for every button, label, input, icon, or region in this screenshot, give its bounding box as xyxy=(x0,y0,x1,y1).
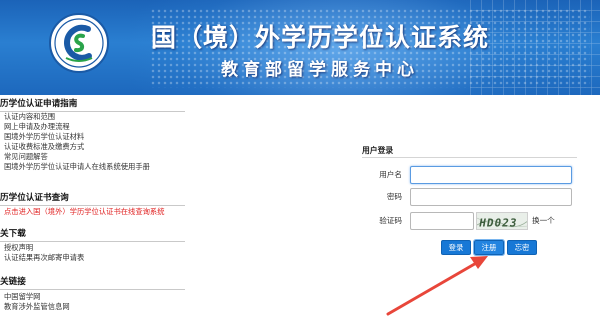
nav-link-certificate-query[interactable]: 点击进入国（境外）学历学位认证书在线查询系统 xyxy=(4,207,165,217)
login-button[interactable]: 登录 xyxy=(441,240,471,255)
captcha-input[interactable] xyxy=(410,212,474,230)
nav-link-jsj[interactable]: 教育涉外监管信息网 xyxy=(4,302,70,312)
related-link-list: 中国留学网 教育涉外监管信息网 xyxy=(4,292,70,312)
nav-link-manual[interactable]: 国境外学历学位认证申请人在线系统使用手册 xyxy=(4,162,150,172)
header-banner: 国（境）外学历学位认证系统 教育部留学服务中心 xyxy=(0,0,600,95)
center-subtitle: 教育部留学服务中心 xyxy=(221,60,419,80)
captcha-noise-icon: HD023 xyxy=(477,213,527,230)
login-title: 用户登录 xyxy=(362,145,577,158)
nav-link-materials[interactable]: 国境外学历学位认证材料 xyxy=(4,132,150,142)
refresh-captcha-link[interactable]: 换一个 xyxy=(532,212,555,230)
section-title-links: 关链接 xyxy=(0,276,185,290)
nav-link-faq[interactable]: 常见问题解答 xyxy=(4,152,150,162)
section-title-guide: 历学位认证申请指南 xyxy=(0,98,185,112)
csc-logo-icon xyxy=(49,13,109,73)
captcha-image[interactable]: HD023 xyxy=(476,212,528,230)
guide-link-list: 认证内容和范围 网上申请及办理流程 国境外学历学位认证材料 认证收费标准及缴费方… xyxy=(4,112,150,172)
password-input[interactable] xyxy=(410,188,572,206)
system-title: 国（境）外学历学位认证系统 xyxy=(150,23,489,52)
forgot-password-button[interactable]: 忘密 xyxy=(507,240,537,255)
nav-link-remail-form[interactable]: 认证结果再次邮寄申请表 xyxy=(4,253,84,263)
nav-link-fees[interactable]: 认证收费标准及缴费方式 xyxy=(4,142,150,152)
nav-link-cscse[interactable]: 中国留学网 xyxy=(4,292,70,302)
username-input[interactable] xyxy=(410,166,572,184)
query-link-list: 点击进入国（境外）学历学位认证书在线查询系统 xyxy=(4,207,165,217)
nav-link-authorization[interactable]: 授权声明 xyxy=(4,243,84,253)
nav-link-process[interactable]: 网上申请及办理流程 xyxy=(4,122,150,132)
register-button[interactable]: 注册 xyxy=(473,239,505,256)
section-title-downloads: 关下载 xyxy=(0,228,185,242)
nav-link-scope[interactable]: 认证内容和范围 xyxy=(4,112,150,122)
downloads-link-list: 授权声明 认证结果再次邮寄申请表 xyxy=(4,243,84,263)
username-label: 用户名 xyxy=(379,170,402,179)
captcha-text: HD023 xyxy=(478,217,518,230)
captcha-label: 验证码 xyxy=(379,216,402,225)
password-label: 密码 xyxy=(386,192,402,201)
section-title-query: 历学位认证书查询 xyxy=(0,192,185,206)
